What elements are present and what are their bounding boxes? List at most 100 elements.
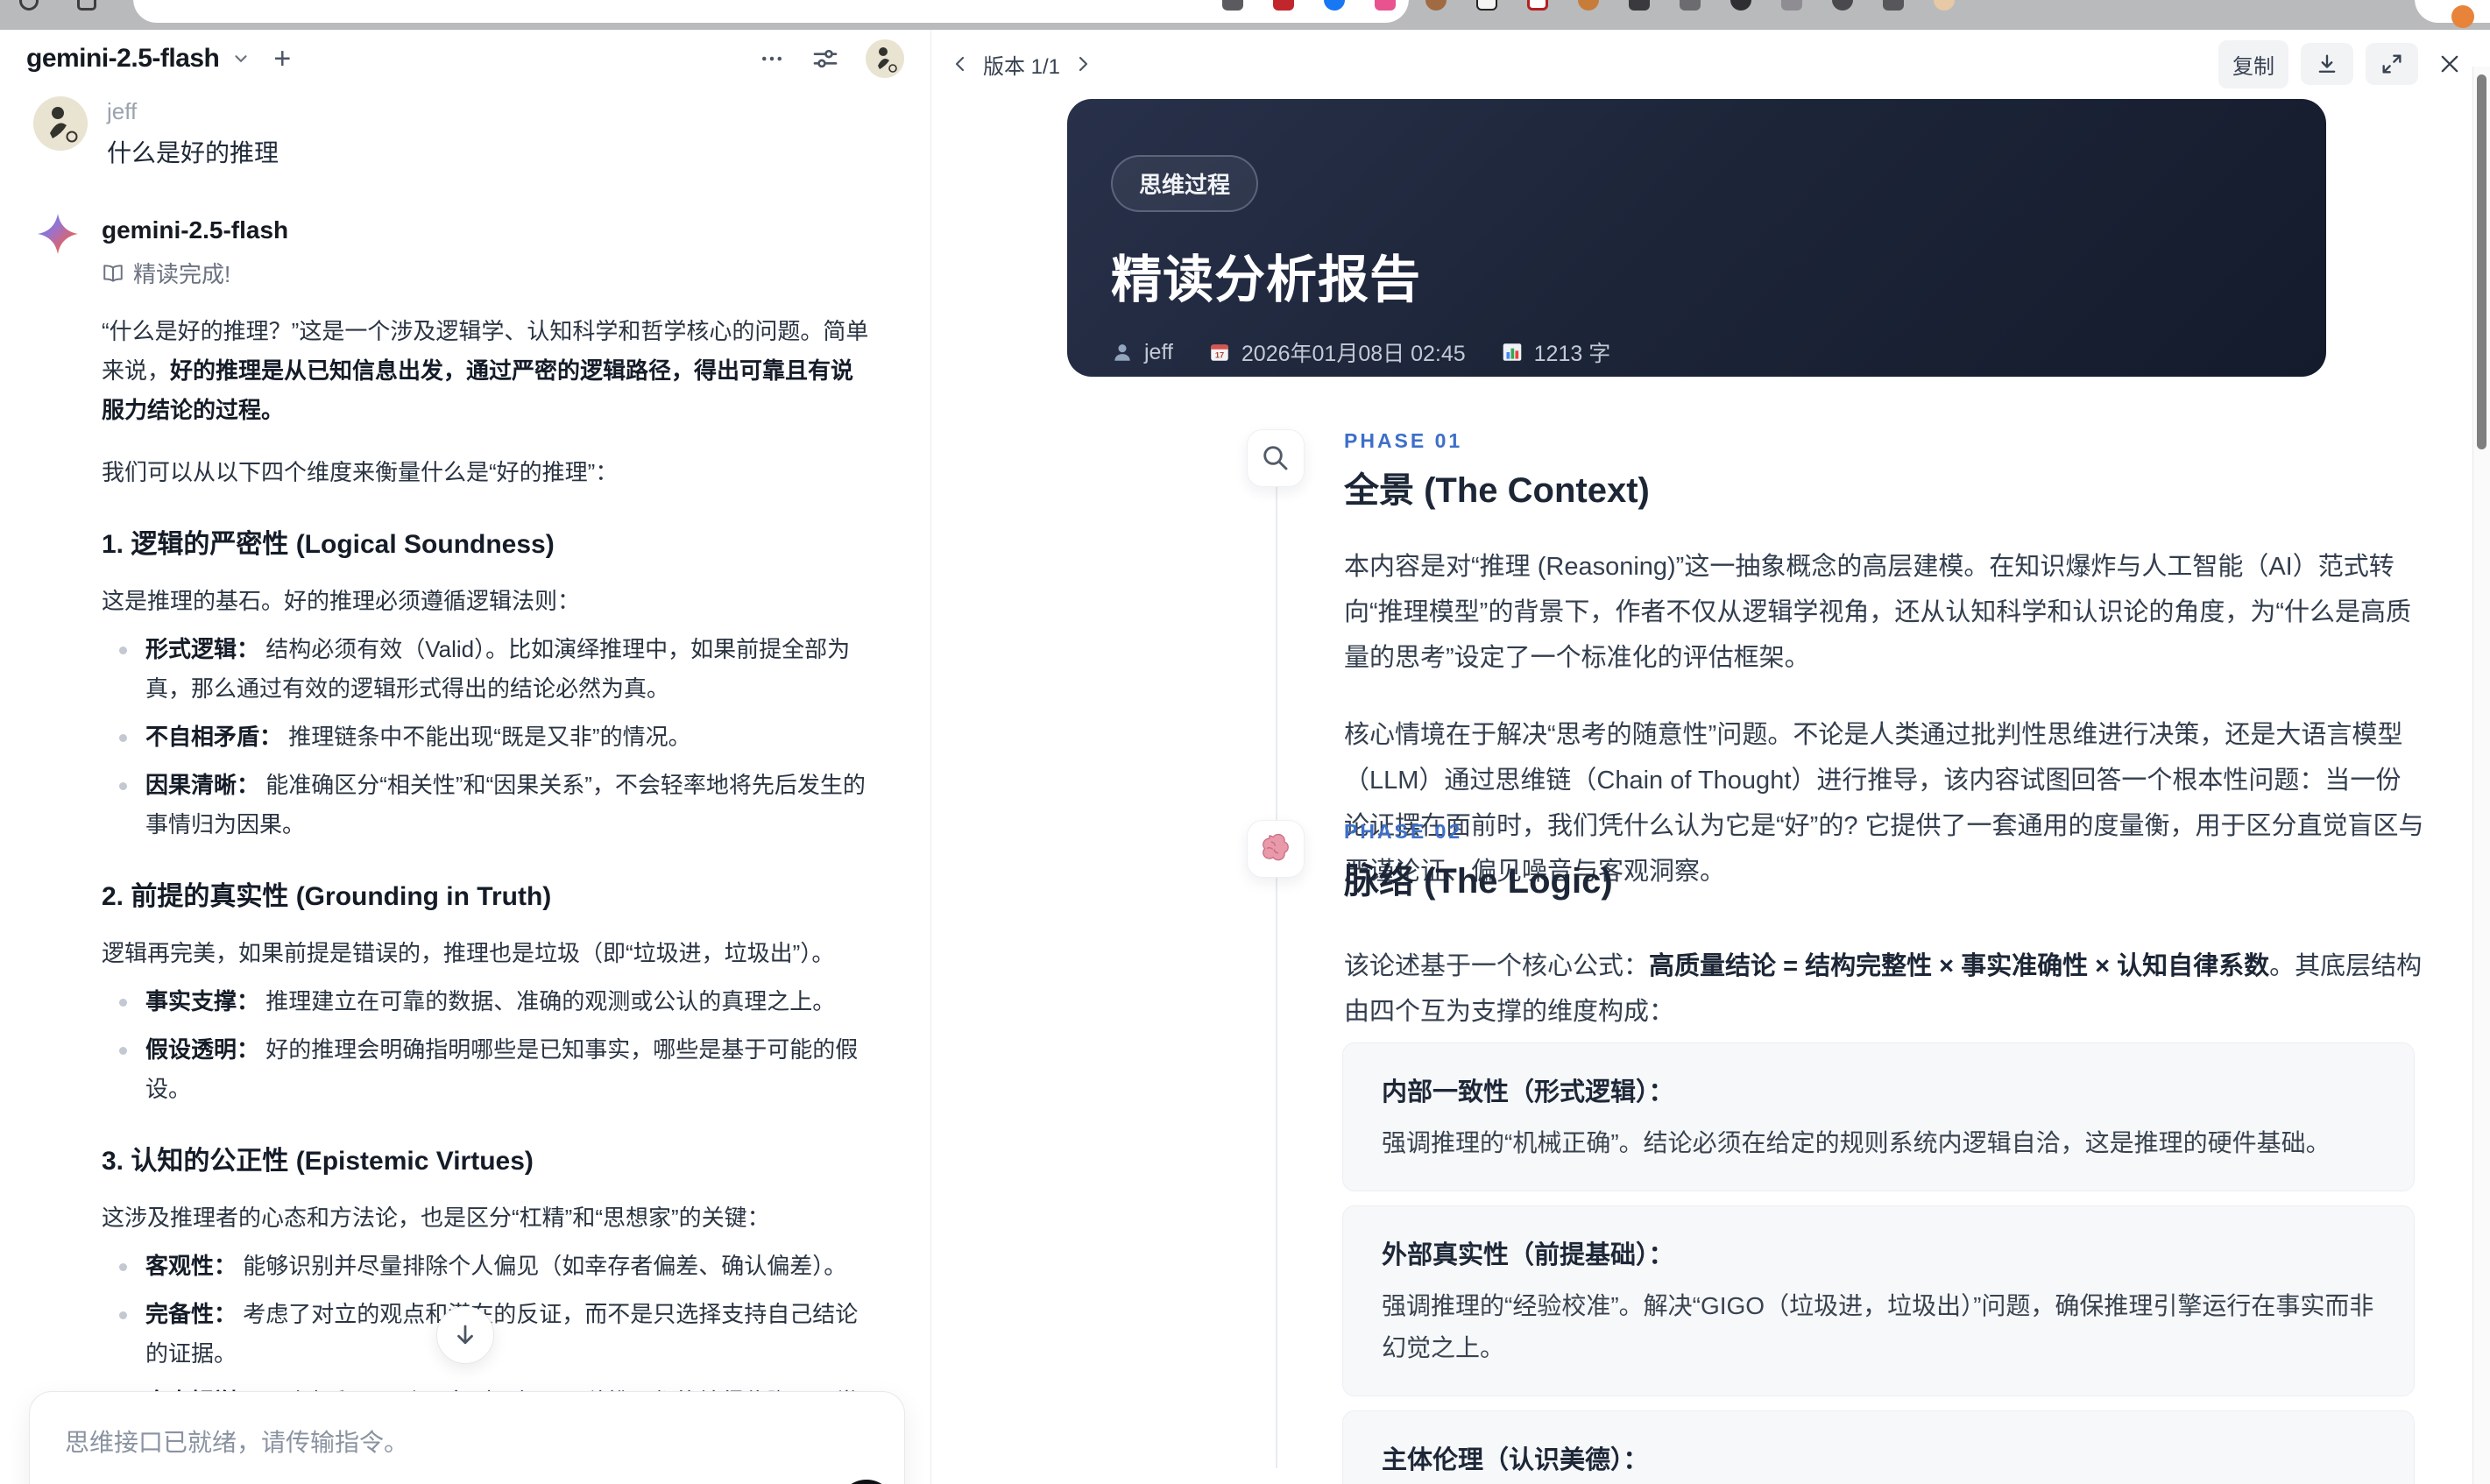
close-icon [2441,55,2458,73]
user-name: jeff [107,98,138,124]
artifact-panel: 版本 1/1 复制 思维过程 精读分析报告 jeff 17 2026年01月08… [932,30,2490,1484]
card-title: 主体伦理（认识美德）： [1382,1446,1649,1474]
close-button[interactable] [2430,45,2469,83]
phase-title: 脉络 (The Logic) [1344,862,1613,901]
dimension-cards: 内部一致性（形式逻辑）： 强调推理的“机械正确”。结论必须在给定的规则系统内逻辑… [1342,1042,2415,1484]
extension-icon[interactable] [1578,0,1599,11]
report-author: jeff [1111,340,1173,365]
browser-toolbar [0,0,2490,30]
section-intro: 逻辑再完美，如果前提是错误的，推理也是垃圾（即“垃圾进，垃圾出”）。 [102,940,835,966]
assistant-name: gemini-2.5-flash [102,216,289,244]
composer-placeholder[interactable]: 思维接口已就绪，请传输指令。 [65,1424,869,1459]
expand-button[interactable] [2366,43,2418,85]
version-nav: 版本 1/1 [950,49,1093,80]
extension-icon[interactable] [1730,0,1751,11]
browser-address-bar[interactable] [133,0,1409,23]
dimension-card: 主体伦理（认识美德）： 转向推理者的心理特征。引入奥卡姆剃刀和反向论证，旨在克服… [1342,1410,2415,1484]
report-date: 17 2026年01月08日 02:45 [1208,336,1466,368]
bar-chart-icon [1503,343,1521,361]
chevron-right-icon[interactable] [1072,53,1093,74]
chevron-left-icon[interactable] [950,53,971,74]
user-avatar [33,96,88,151]
report-title: 精读分析报告 [1111,251,1422,308]
assistant-status: 精读完成! [102,257,873,289]
assistant-content: “什么是好的推理？”这是一个涉及逻辑学、认知科学和哲学核心的问题。简单来说，好的… [102,312,873,1484]
extension-icon[interactable] [1375,0,1396,11]
calendar-icon: 17 [1211,344,1228,361]
extension-icon[interactable] [1425,0,1447,11]
chevron-down-icon[interactable] [231,49,251,68]
extension-icon[interactable] [1832,0,1853,11]
extension-icon[interactable] [1781,0,1802,11]
phase-paragraph: 该论述基于一个核心公式：高质量结论 = 结构完整性 × 事实准确性 × 认知自律… [1344,952,2423,1026]
arrow-down-icon [457,1325,473,1345]
phase-label: PHASE 01 [1344,429,1463,452]
book-icon [103,264,123,282]
extension-icon[interactable] [1629,0,1650,11]
section-title: 1. 逻辑的严密性 (Logical Soundness) [102,530,555,559]
bullet-list: 事实支撑： 推理建立在可靠的数据、准确的观测或公认的真理之上。 假设透明： 好的… [102,982,873,1109]
section-intro: 这是推理的基石。好的推理必须遵循逻辑法则： [102,588,581,614]
brain-icon [1247,820,1305,878]
reload-icon[interactable] [19,0,39,11]
artifact-toolbar: 版本 1/1 复制 [932,30,2490,98]
intro-paragraph: “什么是好的推理？”这是一个涉及逻辑学、认知科学和哲学核心的问题。简单来说，好的… [102,318,869,423]
bullet-list: 形式逻辑： 结构必须有效（Valid）。比如演绎推理中，如果前提全部为真，那么通… [102,630,873,844]
gemini-star-icon [37,213,79,255]
extension-icon[interactable] [1324,0,1345,11]
section-intro: 这涉及推理者的心态和方法论，也是区分“杠精”和“思想家”的关键： [102,1205,770,1231]
new-topic-button[interactable]: + [273,44,291,74]
message-list: jeff 什么是好的推理 gemini-2.5-flash 精读完成! “什么是… [0,88,930,1484]
download-button[interactable] [2301,43,2353,85]
list-item: 事实支撑： 推理建立在可靠的数据、准确的观测或公认的真理之上。 [102,982,873,1021]
list-item: 因果清晰： 能准确区分“相关性”和“因果关系”，不会轻率地将先后发生的事情归为因… [102,766,873,844]
status-text: 精读完成! [133,261,231,287]
dimensions-line: 我们可以从以下四个维度来衡量什么是“好的推理”： [102,459,619,485]
report-word-count: 1213 字 [1501,336,1610,368]
list-item: 客观性： 能够识别并尽量排除个人偏见（如幸存者偏差、确认偏差）。 [102,1247,873,1286]
scrollbar[interactable] [2472,67,2490,1484]
scroll-to-bottom-button[interactable] [436,1306,494,1364]
browser-tab-favicon[interactable] [2451,5,2474,28]
version-label: 版本 1/1 [983,54,1061,79]
section-title: 2. 前提的真实性 (Grounding in Truth) [102,882,552,911]
more-options-icon[interactable] [759,46,785,72]
voice-input-button[interactable] [838,1480,895,1484]
browser-nav-icons [19,0,96,11]
list-item: 形式逻辑： 结构必须有效（Valid）。比如演绎推理中，如果前提全部为真，那么通… [102,630,873,709]
report-badge: 思维过程 [1111,155,1259,212]
list-item: 假设透明： 好的推理会明确指明哪些是已知事实，哪些是基于可能的假设。 [102,1030,873,1109]
extension-icon[interactable] [1222,0,1243,11]
expand-icon [2382,54,2402,74]
phase-label: PHASE 02 [1344,820,1463,843]
chat-panel: gemini-2.5-flash + jeff 什么是好的推理 gemini-2… [0,30,931,1484]
browser-profile-avatar[interactable] [1934,0,1955,11]
scrollbar-thumb[interactable] [2477,74,2486,449]
user-message-text: 什么是好的推理 [107,139,279,166]
extension-icon[interactable] [1476,0,1497,11]
magnifier-icon [1247,429,1305,487]
extension-icon[interactable] [1883,0,1904,11]
browser-tab-strip-fragment [2415,0,2490,28]
browser-extensions-row [1222,0,1955,11]
svg-text:17: 17 [1215,351,1224,360]
list-item: 不自相矛盾： 推理链条中不能出现“既是又非”的情况。 [102,717,873,757]
copy-button[interactable]: 复制 [2218,39,2288,88]
phase-block: PHASE 02 脉络 (The Logic) 该论述基于一个核心公式：高质量结… [1067,820,2422,1035]
user-avatar[interactable] [866,39,904,78]
person-icon [1114,344,1130,361]
extensions-puzzle-icon[interactable] [77,0,96,11]
chat-header: gemini-2.5-flash + [0,30,930,88]
card-body: 强调推理的“机械正确”。结论必须在给定的规则系统内逻辑自洽，这是推理的硬件基础。 [1382,1129,2331,1156]
report-meta: jeff 17 2026年01月08日 02:45 1213 字 [1111,336,2282,368]
extension-icon[interactable] [1680,0,1701,11]
session-title[interactable]: gemini-2.5-flash [26,44,220,74]
phase-paragraph: 本内容是对“推理 (Reasoning)”这一抽象概念的高层建模。在知识爆炸与人… [1344,553,2411,672]
card-body: 强调推理的“经验校准”。解决“GIGO（垃圾进，垃圾出）”问题，确保推理引擎运行… [1382,1292,2374,1361]
model-settings-sliders-icon[interactable] [811,45,839,73]
composer[interactable]: 思维接口已就绪，请传输指令。 [29,1391,905,1484]
extension-icon[interactable] [1527,0,1548,11]
dimension-card: 外部真实性（前提基础）： 强调推理的“经验校准”。解决“GIGO（垃圾进，垃圾出… [1342,1205,2415,1396]
phase-title: 全景 (The Context) [1344,471,1650,510]
extension-icon[interactable] [1273,0,1294,11]
